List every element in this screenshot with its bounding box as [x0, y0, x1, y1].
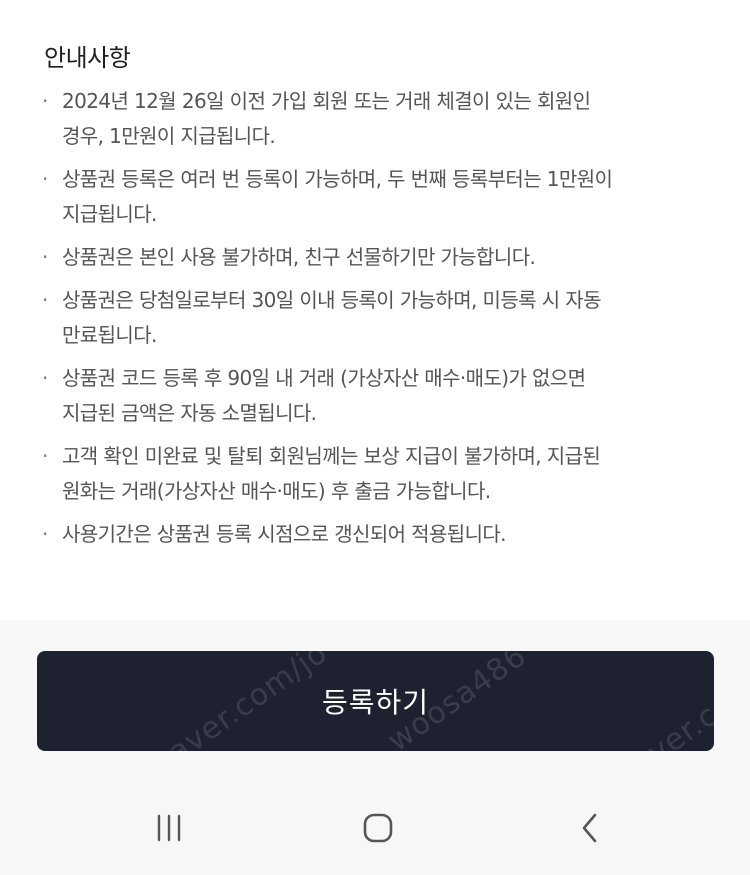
- bullet: ·: [42, 288, 48, 312]
- notice-text-line: 상품권 등록은 여러 번 등록이 가능하며, 두 번째 등록부터는 1만원이: [62, 167, 613, 191]
- bullet: ·: [42, 245, 48, 269]
- bullet: ·: [42, 366, 48, 390]
- notice-text-line: 상품권은 당첨일로부터 30일 이내 등록이 가능하며, 미등록 시 자동: [62, 288, 601, 312]
- notice-text-line: 2024년 12월 26일 이전 가입 회원 또는 거래 체결이 있는 회원인: [62, 89, 591, 113]
- notice-item: · 사용기간은 상품권 등록 시점으로 갱신되어 적용됩니다.: [40, 517, 720, 552]
- bullet: ·: [42, 522, 48, 546]
- notice-text-line: 지급된 금액은 자동 소멸됩니다.: [62, 401, 317, 425]
- recent-apps-icon[interactable]: [139, 798, 199, 858]
- notice-item: · 상품권은 당첨일로부터 30일 이내 등록이 가능하며, 미등록 시 자동 …: [40, 283, 720, 353]
- notice-item: · 상품권 등록은 여러 번 등록이 가능하며, 두 번째 등록부터는 1만원이…: [40, 162, 720, 232]
- notice-text-line: 상품권은 본인 사용 불가하며, 친구 선물하기만 가능합니다.: [62, 245, 536, 269]
- notice-text-line: 만료됩니다.: [62, 323, 157, 347]
- back-icon[interactable]: [560, 798, 620, 858]
- system-nav-bar: [0, 780, 750, 875]
- notice-item: · 상품권은 본인 사용 불가하며, 친구 선물하기만 가능합니다.: [40, 240, 720, 275]
- content-area: 안내사항 · 2024년 12월 26일 이전 가입 회원 또는 거래 체결이 …: [0, 0, 750, 620]
- bullet: ·: [42, 167, 48, 191]
- register-button[interactable]: naver.com/jo woosa486 naver.com/joon 등록하…: [37, 651, 714, 751]
- notice-text-line: 고객 확인 미완료 및 탈퇴 회원님께는 보상 지급이 불가하며, 지급된: [62, 444, 601, 468]
- watermark: naver.com/jo: [145, 651, 335, 751]
- register-button-label: 등록하기: [321, 686, 430, 719]
- notice-text-line: 원화는 거래(가상자산 매수·매도) 후 출금 가능합니다.: [62, 479, 491, 503]
- notice-list: · 2024년 12월 26일 이전 가입 회원 또는 거래 체결이 있는 회원…: [40, 84, 720, 560]
- notice-item: · 2024년 12월 26일 이전 가입 회원 또는 거래 체결이 있는 회원…: [40, 84, 720, 154]
- home-icon[interactable]: [348, 798, 408, 858]
- bullet: ·: [42, 444, 48, 468]
- notice-item: · 고객 확인 미완료 및 탈퇴 회원님께는 보상 지급이 불가하며, 지급된 …: [40, 439, 720, 509]
- notice-text-line: 지급됩니다.: [62, 202, 157, 226]
- notice-title: 안내사항: [44, 44, 131, 72]
- bullet: ·: [42, 89, 48, 113]
- notice-item: · 상품권 코드 등록 후 90일 내 거래 (가상자산 매수·매도)가 없으면…: [40, 361, 720, 431]
- notice-text-line: 경우, 1만원이 지급됩니다.: [62, 124, 276, 148]
- notice-text-line: 사용기간은 상품권 등록 시점으로 갱신되어 적용됩니다.: [62, 522, 507, 546]
- watermark: naver.com/joon: [609, 651, 714, 751]
- notice-text-line: 상품권 코드 등록 후 90일 내 거래 (가상자산 매수·매도)가 없으면: [62, 366, 586, 390]
